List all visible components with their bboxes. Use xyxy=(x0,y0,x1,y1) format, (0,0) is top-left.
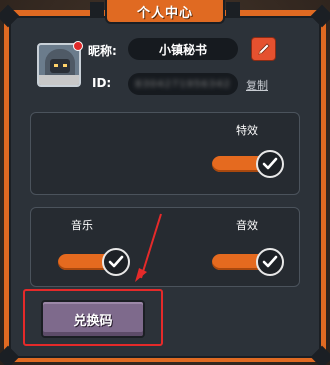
page-title: 个人中心 xyxy=(136,5,193,21)
nickname-label: 昵称: xyxy=(88,44,117,58)
title-banner: 个人中心 xyxy=(105,0,225,24)
toggle-knob xyxy=(256,248,284,276)
toggle-knob xyxy=(256,150,284,178)
banner-wing-left xyxy=(90,2,104,18)
checkmark-icon xyxy=(262,255,278,268)
edit-nickname-button[interactable] xyxy=(251,37,276,61)
checkmark-icon xyxy=(108,255,124,268)
effects-toggle[interactable] xyxy=(212,150,284,178)
nickname-field: 小镇秘书 xyxy=(128,38,238,60)
effects-label: 特效 xyxy=(236,124,258,137)
checkmark-icon xyxy=(262,157,278,170)
redeem-code-button[interactable]: 兑换码 xyxy=(41,300,145,338)
toggle-knob xyxy=(102,248,130,276)
avatar-eye xyxy=(54,64,58,67)
copy-id-link[interactable]: 复制 xyxy=(246,77,268,93)
pencil-icon xyxy=(257,43,270,55)
id-label: ID: xyxy=(92,76,112,90)
music-toggle[interactable] xyxy=(58,248,130,276)
sound-toggle[interactable] xyxy=(212,248,284,276)
id-value-obscured: 8304271956342 xyxy=(135,78,231,90)
banner-wing-right xyxy=(226,2,240,18)
avatar-eye xyxy=(63,64,67,67)
id-field: 8304271956342 xyxy=(128,73,238,95)
sound-label: 音效 xyxy=(236,219,258,232)
music-label: 音乐 xyxy=(71,219,93,232)
redeem-code-label: 兑换码 xyxy=(73,313,113,329)
avatar-cloth xyxy=(39,75,79,85)
notification-dot xyxy=(73,41,83,51)
avatar-face xyxy=(50,59,70,73)
